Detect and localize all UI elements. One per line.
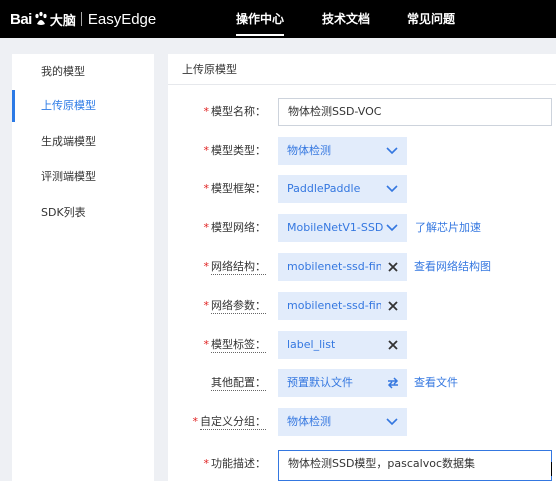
other-config-value: 预置默认文件 xyxy=(287,376,353,389)
row-other-config: 其他配置： 预置默认文件 查看文件 xyxy=(168,369,556,397)
row-network-structure: *网络结构： mobilenet-ssd-final- 查看网络结构图 xyxy=(168,253,556,281)
description-textarea[interactable]: 物体检测SSD模型，pascalvoc数据集 xyxy=(278,450,552,481)
description-value: 物体检测SSD模型，pascalvoc数据集 xyxy=(288,457,476,470)
row-model-type: * 模型类型： 物体检测 xyxy=(168,137,556,165)
close-icon[interactable] xyxy=(386,338,400,352)
baidu-paw-icon xyxy=(33,11,49,27)
model-network-select[interactable]: MobileNetV1-SSD xyxy=(278,214,407,242)
swap-arrows-icon[interactable] xyxy=(386,376,400,390)
model-labels-file[interactable]: label_list xyxy=(278,331,407,359)
network-structure-value: mobilenet-ssd-final- xyxy=(287,260,381,273)
chevron-down-icon xyxy=(386,147,398,155)
row-model-network: * 模型网络： MobileNetV1-SSD 了解芯片加速 xyxy=(168,214,556,242)
close-icon[interactable] xyxy=(386,299,400,313)
close-icon[interactable] xyxy=(386,260,400,274)
chip-acceleration-link[interactable]: 了解芯片加速 xyxy=(415,214,481,242)
row-network-params: *网络参数： mobilenet-ssd-final-p xyxy=(168,292,556,320)
sidebar-item-generate-model[interactable]: 生成端模型 xyxy=(12,124,154,160)
network-structure-file[interactable]: mobilenet-ssd-final- xyxy=(278,253,407,281)
logo-separator xyxy=(80,12,82,26)
label-custom-group: * 自定义分组： xyxy=(192,415,266,430)
chevron-down-icon xyxy=(386,224,398,232)
label-model-name: * 模型名称： xyxy=(203,105,267,118)
label-model-network: * 模型网络： xyxy=(203,221,267,234)
label-model-type: * 模型类型： xyxy=(203,144,267,157)
view-network-structure-link[interactable]: 查看网络结构图 xyxy=(414,253,491,281)
row-description: * 功能描述： 物体检测SSD模型，pascalvoc数据集 xyxy=(168,450,556,481)
custom-group-select[interactable]: 物体检测 xyxy=(278,408,407,436)
model-type-select[interactable]: 物体检测 xyxy=(278,137,407,165)
model-labels-value: label_list xyxy=(287,338,336,351)
row-model-labels: * 模型标签： label_list xyxy=(168,331,556,359)
label-other-config: 其他配置： xyxy=(211,376,266,391)
chevron-down-icon xyxy=(386,185,398,193)
sidebar-item-my-models[interactable]: 我的模型 xyxy=(12,54,154,90)
baidu-easyedge-logo[interactable]: Bai 大脑 EasyEdge xyxy=(10,6,156,32)
model-network-value: MobileNetV1-SSD xyxy=(287,221,384,234)
logo-text-danao: 大脑 xyxy=(49,13,76,29)
model-framework-select[interactable]: PaddlePaddle xyxy=(278,175,407,203)
row-model-name: * 模型名称： 物体检测SSD-VOC xyxy=(168,98,556,126)
network-params-file[interactable]: mobilenet-ssd-final-p xyxy=(278,292,407,320)
upload-model-panel: 上传原模型 * 模型名称： 物体检测SSD-VOC * 模型类型： 物体检测 * 模型… xyxy=(168,54,556,481)
sidebar: 我的模型 上传原模型 生成端模型 评测端模型 SDK列表 xyxy=(12,54,154,481)
other-config-file[interactable]: 预置默认文件 xyxy=(278,369,407,397)
top-navigation-bar: Bai 大脑 EasyEdge 操作中心 技术文档 常见问题 xyxy=(0,0,556,38)
sidebar-item-upload-model[interactable]: 上传原模型 xyxy=(12,88,154,124)
label-description: * 功能描述： xyxy=(203,457,267,470)
network-params-value: mobilenet-ssd-final-p xyxy=(287,299,381,312)
sidebar-item-sdk-list[interactable]: SDK列表 xyxy=(12,195,154,231)
logo-text-bai: Bai xyxy=(10,10,32,28)
nav-faq[interactable]: 常见问题 xyxy=(407,10,455,27)
model-name-input[interactable]: 物体检测SSD-VOC xyxy=(278,98,552,126)
view-file-link[interactable]: 查看文件 xyxy=(414,369,458,397)
model-type-value: 物体检测 xyxy=(287,144,331,157)
label-model-labels: * 模型标签： xyxy=(203,338,266,353)
model-name-value: 物体检测SSD-VOC xyxy=(288,105,382,118)
custom-group-value: 物体检测 xyxy=(287,415,331,428)
nav-tech-docs[interactable]: 技术文档 xyxy=(322,10,370,27)
label-model-framework: * 模型框架： xyxy=(203,182,267,195)
row-model-framework: * 模型框架： PaddlePaddle xyxy=(168,175,556,203)
label-network-params: * 网络参数： xyxy=(203,299,266,314)
label-network-structure: * 网络结构： xyxy=(203,260,266,275)
chevron-down-icon xyxy=(386,418,398,426)
model-framework-value: PaddlePaddle xyxy=(287,182,361,195)
nav-operation-center[interactable]: 操作中心 xyxy=(236,10,285,36)
page-title: 上传原模型 xyxy=(182,63,237,76)
row-custom-group: * 自定义分组： 物体检测 xyxy=(168,408,556,436)
text-cursor xyxy=(551,462,552,476)
title-divider xyxy=(168,84,556,85)
logo-text-easyedge: EasyEdge xyxy=(87,10,157,28)
sidebar-item-evaluate-model[interactable]: 评测端模型 xyxy=(12,159,154,195)
